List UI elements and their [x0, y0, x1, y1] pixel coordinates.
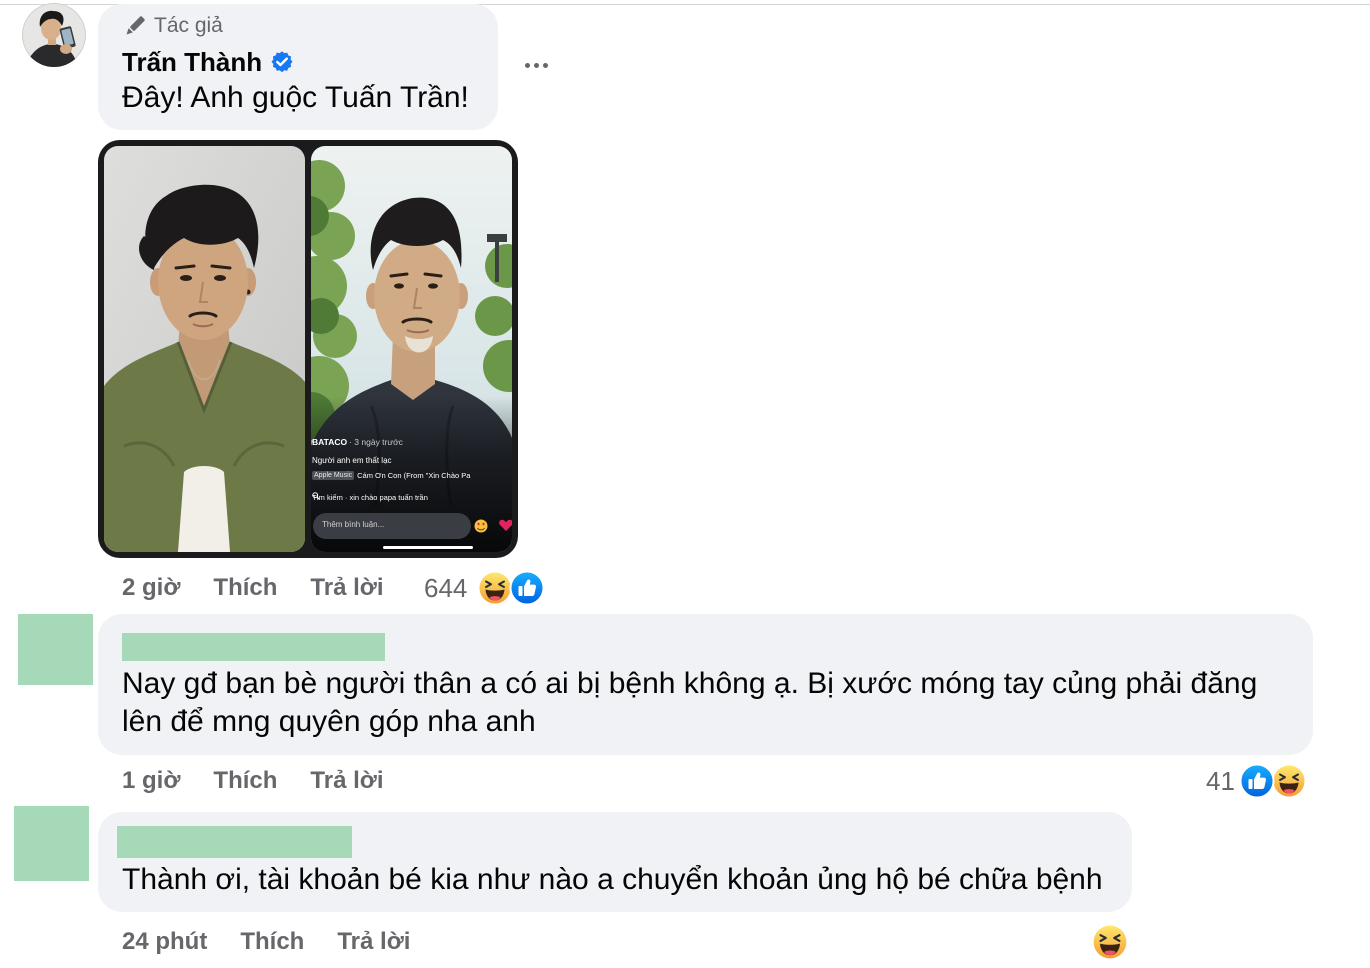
comment-text: Đây! Anh guộc Tuấn Trần! — [122, 81, 469, 114]
attachment-panel-right: BATACO · 3 ngày trước Người anh em thất l… — [311, 146, 512, 552]
like-icon[interactable] — [1239, 763, 1275, 799]
comment-author[interactable]: Trấn Thành — [122, 47, 262, 77]
video-meta: BATACO · 3 ngày trước — [312, 437, 403, 448]
reply-button[interactable]: Trả lời — [310, 574, 383, 602]
reaction-count[interactable]: 644 — [424, 573, 467, 603]
comment-text: Nay gđ bạn bè người thân a có ai bị bệnh… — [122, 667, 1258, 738]
video-comment-placeholder: Thêm bình luận... — [322, 520, 385, 529]
author-name-redacted[interactable] — [117, 826, 352, 858]
like-icon[interactable] — [509, 570, 545, 606]
comment-time[interactable]: 2 giờ — [122, 574, 180, 602]
like-button[interactable]: Thích — [213, 574, 277, 602]
comment-attachment-image[interactable]: BATACO · 3 ngày trước Người anh em thất l… — [98, 140, 518, 558]
comment-actions: 1 giờ Thích Trả lời — [122, 767, 384, 795]
dot-icon — [542, 62, 548, 68]
comment-time[interactable]: 24 phút — [122, 928, 207, 956]
portrait-photo — [104, 146, 305, 552]
comment-bubble: Tác giả Trấn Thành Đây! Anh guộc Tuấn Tr… — [98, 4, 498, 130]
video-channel: BATACO — [312, 437, 348, 447]
haha-icon[interactable] — [1271, 763, 1307, 799]
avatar-redacted[interactable] — [14, 806, 89, 881]
comment-actions: 2 giờ Thích Trả lời — [122, 574, 384, 602]
author-badge-label: Tác giả — [154, 14, 223, 37]
author-name-redacted[interactable] — [122, 633, 385, 661]
comment-bubble: Thành ơi, tài khoản bé kia như nào a chu… — [98, 812, 1132, 912]
verified-badge-icon — [271, 51, 293, 73]
reply-button[interactable]: Trả lời — [310, 767, 383, 795]
like-button[interactable]: Thích — [240, 928, 304, 956]
music-badge: Apple Music — [312, 471, 355, 480]
comment-thread: Tác giả Trấn Thành Đây! Anh guộc Tuấn Tr… — [0, 0, 1370, 968]
comment-text: Thành ơi, tài khoản bé kia như nào a chu… — [122, 863, 1103, 896]
avatar-redacted[interactable] — [18, 614, 93, 685]
pen-icon — [126, 16, 145, 35]
reaction-count[interactable]: 41 — [1206, 766, 1235, 796]
comment-bubble: Nay gđ bạn bè người thân a có ai bị bệnh… — [98, 614, 1313, 755]
comment-time[interactable]: 1 giờ — [122, 767, 180, 795]
attachment-panel-left — [104, 146, 305, 552]
dot-icon — [533, 62, 539, 68]
reply-button[interactable]: Trả lời — [337, 928, 410, 956]
dot-icon — [524, 62, 530, 68]
like-button[interactable]: Thích — [213, 767, 277, 795]
comment-actions: 24 phút Thích Trả lời — [122, 928, 410, 956]
author-badge: Tác giả — [122, 14, 223, 38]
video-caption: Người anh em thất lạc — [312, 456, 392, 465]
avatar[interactable] — [22, 3, 86, 67]
more-options-button[interactable] — [520, 53, 552, 77]
haha-icon[interactable] — [477, 570, 513, 606]
video-music: Apple Music Cám Ơn Con (From "Xin Chào Pa — [312, 470, 470, 481]
search-icon — [312, 492, 320, 500]
avatar-photo — [22, 3, 86, 67]
haha-icon[interactable] — [1091, 923, 1129, 961]
video-posted-time: · 3 ngày trước — [349, 437, 403, 447]
video-search-text: Tìm kiếm · xin chào papa tuấn trần — [312, 493, 428, 502]
video-search: Tìm kiếm · xin chào papa tuấn trần — [312, 492, 428, 503]
music-track: Cám Ơn Con (From "Xin Chào Pa — [357, 471, 471, 480]
